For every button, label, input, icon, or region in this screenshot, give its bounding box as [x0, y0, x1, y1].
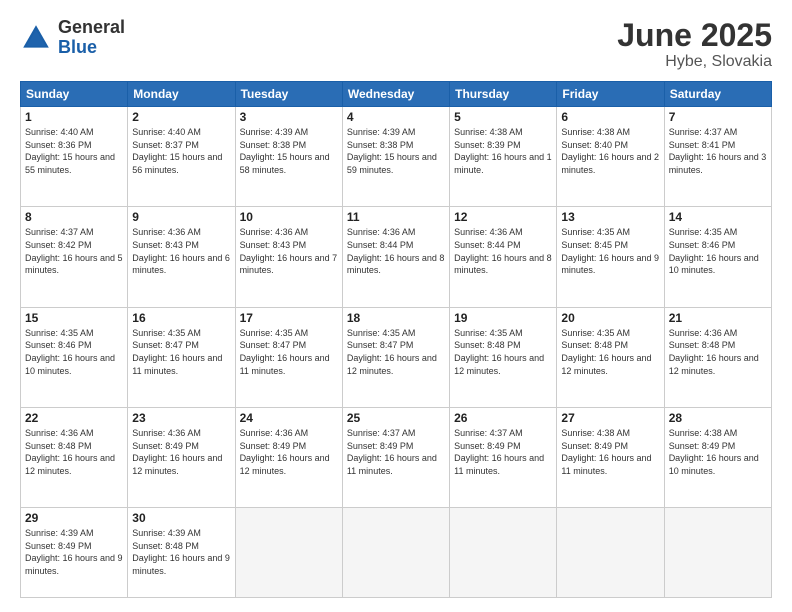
table-row: 8Sunrise: 4:37 AM Sunset: 8:42 PM Daylig… — [21, 207, 128, 307]
table-row: 19Sunrise: 4:35 AM Sunset: 8:48 PM Dayli… — [450, 307, 557, 407]
col-thursday: Thursday — [450, 82, 557, 107]
col-sunday: Sunday — [21, 82, 128, 107]
calendar-table: Sunday Monday Tuesday Wednesday Thursday… — [20, 81, 772, 598]
col-monday: Monday — [128, 82, 235, 107]
table-row: 24Sunrise: 4:36 AM Sunset: 8:49 PM Dayli… — [235, 407, 342, 507]
table-row: 30Sunrise: 4:39 AM Sunset: 8:48 PM Dayli… — [128, 508, 235, 598]
page: General Blue June 2025 Hybe, Slovakia Su… — [0, 0, 792, 612]
table-row: 11Sunrise: 4:36 AM Sunset: 8:44 PM Dayli… — [342, 207, 449, 307]
table-row: 3Sunrise: 4:39 AM Sunset: 8:38 PM Daylig… — [235, 107, 342, 207]
header: General Blue June 2025 Hybe, Slovakia — [20, 18, 772, 71]
header-row: Sunday Monday Tuesday Wednesday Thursday… — [21, 82, 772, 107]
table-row: 25Sunrise: 4:37 AM Sunset: 8:49 PM Dayli… — [342, 407, 449, 507]
calendar-week-0: 1Sunrise: 4:40 AM Sunset: 8:36 PM Daylig… — [21, 107, 772, 207]
table-row: 29Sunrise: 4:39 AM Sunset: 8:49 PM Dayli… — [21, 508, 128, 598]
logo-text: General Blue — [58, 18, 125, 58]
col-friday: Friday — [557, 82, 664, 107]
logo: General Blue — [20, 18, 125, 58]
table-row: 14Sunrise: 4:35 AM Sunset: 8:46 PM Dayli… — [664, 207, 771, 307]
table-row: 9Sunrise: 4:36 AM Sunset: 8:43 PM Daylig… — [128, 207, 235, 307]
table-row: 27Sunrise: 4:38 AM Sunset: 8:49 PM Dayli… — [557, 407, 664, 507]
calendar-week-2: 15Sunrise: 4:35 AM Sunset: 8:46 PM Dayli… — [21, 307, 772, 407]
table-row: 22Sunrise: 4:36 AM Sunset: 8:48 PM Dayli… — [21, 407, 128, 507]
table-row — [450, 508, 557, 598]
table-row: 7Sunrise: 4:37 AM Sunset: 8:41 PM Daylig… — [664, 107, 771, 207]
col-saturday: Saturday — [664, 82, 771, 107]
month-title: June 2025 — [617, 18, 772, 53]
table-row: 21Sunrise: 4:36 AM Sunset: 8:48 PM Dayli… — [664, 307, 771, 407]
table-row: 23Sunrise: 4:36 AM Sunset: 8:49 PM Dayli… — [128, 407, 235, 507]
calendar-week-4: 29Sunrise: 4:39 AM Sunset: 8:49 PM Dayli… — [21, 508, 772, 598]
logo-icon — [20, 22, 52, 54]
table-row — [664, 508, 771, 598]
table-row: 4Sunrise: 4:39 AM Sunset: 8:38 PM Daylig… — [342, 107, 449, 207]
table-row — [342, 508, 449, 598]
table-row: 15Sunrise: 4:35 AM Sunset: 8:46 PM Dayli… — [21, 307, 128, 407]
table-row: 16Sunrise: 4:35 AM Sunset: 8:47 PM Dayli… — [128, 307, 235, 407]
table-row: 26Sunrise: 4:37 AM Sunset: 8:49 PM Dayli… — [450, 407, 557, 507]
table-row — [235, 508, 342, 598]
table-row: 12Sunrise: 4:36 AM Sunset: 8:44 PM Dayli… — [450, 207, 557, 307]
calendar-week-1: 8Sunrise: 4:37 AM Sunset: 8:42 PM Daylig… — [21, 207, 772, 307]
table-row: 1Sunrise: 4:40 AM Sunset: 8:36 PM Daylig… — [21, 107, 128, 207]
table-row: 20Sunrise: 4:35 AM Sunset: 8:48 PM Dayli… — [557, 307, 664, 407]
col-wednesday: Wednesday — [342, 82, 449, 107]
title-block: June 2025 Hybe, Slovakia — [617, 18, 772, 71]
logo-blue-text: Blue — [58, 38, 125, 58]
logo-general-text: General — [58, 18, 125, 38]
table-row: 13Sunrise: 4:35 AM Sunset: 8:45 PM Dayli… — [557, 207, 664, 307]
table-row: 5Sunrise: 4:38 AM Sunset: 8:39 PM Daylig… — [450, 107, 557, 207]
calendar-week-3: 22Sunrise: 4:36 AM Sunset: 8:48 PM Dayli… — [21, 407, 772, 507]
table-row: 18Sunrise: 4:35 AM Sunset: 8:47 PM Dayli… — [342, 307, 449, 407]
table-row — [557, 508, 664, 598]
table-row: 28Sunrise: 4:38 AM Sunset: 8:49 PM Dayli… — [664, 407, 771, 507]
location: Hybe, Slovakia — [617, 53, 772, 71]
table-row: 2Sunrise: 4:40 AM Sunset: 8:37 PM Daylig… — [128, 107, 235, 207]
table-row: 17Sunrise: 4:35 AM Sunset: 8:47 PM Dayli… — [235, 307, 342, 407]
table-row: 6Sunrise: 4:38 AM Sunset: 8:40 PM Daylig… — [557, 107, 664, 207]
table-row: 10Sunrise: 4:36 AM Sunset: 8:43 PM Dayli… — [235, 207, 342, 307]
col-tuesday: Tuesday — [235, 82, 342, 107]
